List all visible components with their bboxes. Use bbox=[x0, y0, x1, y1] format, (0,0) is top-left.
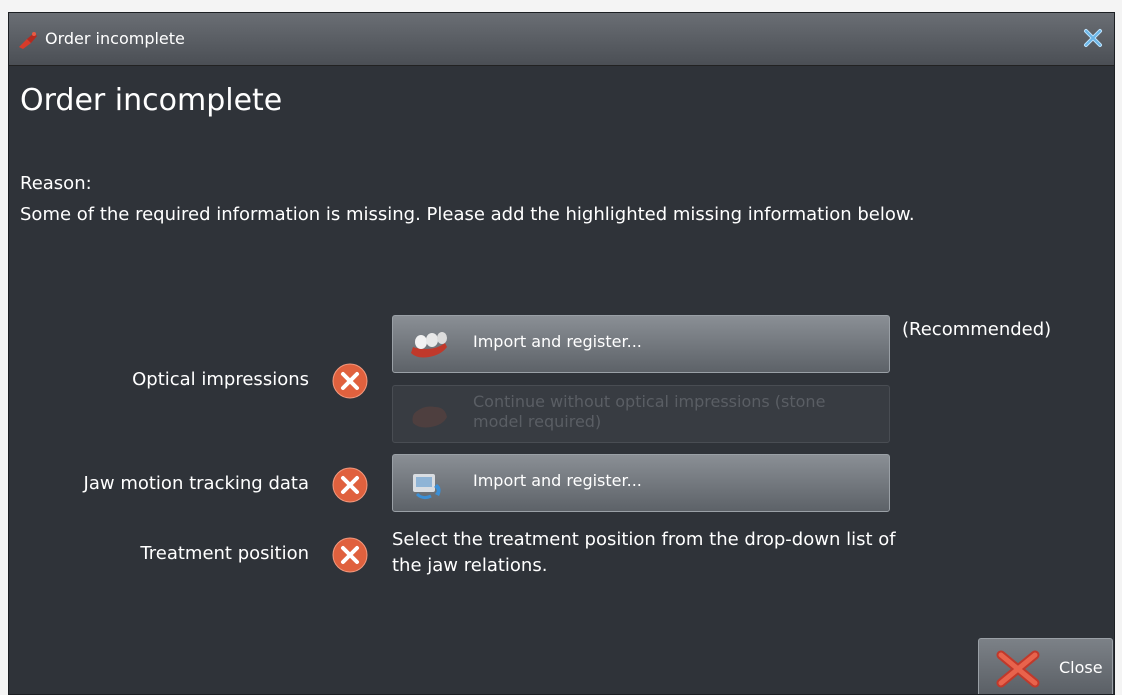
reason-label: Reason: bbox=[20, 173, 92, 194]
title-bar: Order incomplete bbox=[9, 13, 1114, 66]
window-title: Order incomplete bbox=[45, 29, 185, 48]
jaw-motion-icon bbox=[413, 474, 441, 500]
continue-without-impressions-label: Continue without optical impressions (st… bbox=[473, 392, 826, 431]
reason-text: Some of the required information is miss… bbox=[20, 204, 915, 225]
jaw-motion-import-button[interactable]: Import and register... bbox=[392, 454, 890, 512]
teeth-model-icon bbox=[411, 332, 447, 358]
close-button[interactable]: Close bbox=[978, 638, 1113, 694]
jaw-motion-label: Jaw motion tracking data bbox=[83, 473, 309, 494]
order-incomplete-dialog: Order incomplete Order incomplete Reason… bbox=[8, 12, 1115, 695]
error-icon bbox=[332, 467, 368, 503]
close-button-label: Close bbox=[1059, 658, 1103, 677]
optical-import-label: Import and register... bbox=[473, 332, 642, 351]
close-x-icon bbox=[996, 650, 1040, 688]
optical-impressions-label: Optical impressions bbox=[132, 369, 309, 390]
window-close-icon[interactable] bbox=[1082, 27, 1104, 49]
stone-model-icon bbox=[412, 406, 447, 428]
treatment-position-label: Treatment position bbox=[140, 543, 309, 564]
optical-import-button[interactable]: Import and register... bbox=[392, 315, 890, 373]
error-icon bbox=[332, 537, 368, 573]
recommended-label: (Recommended) bbox=[902, 319, 1052, 340]
order-icon bbox=[19, 32, 37, 49]
continue-without-impressions-button[interactable]: Continue without optical impressions (st… bbox=[392, 385, 890, 443]
jaw-motion-import-label: Import and register... bbox=[473, 471, 642, 490]
error-icon bbox=[332, 363, 368, 399]
page-title: Order incomplete bbox=[20, 83, 283, 118]
treatment-position-info: Select the treatment position from the d… bbox=[392, 529, 896, 576]
